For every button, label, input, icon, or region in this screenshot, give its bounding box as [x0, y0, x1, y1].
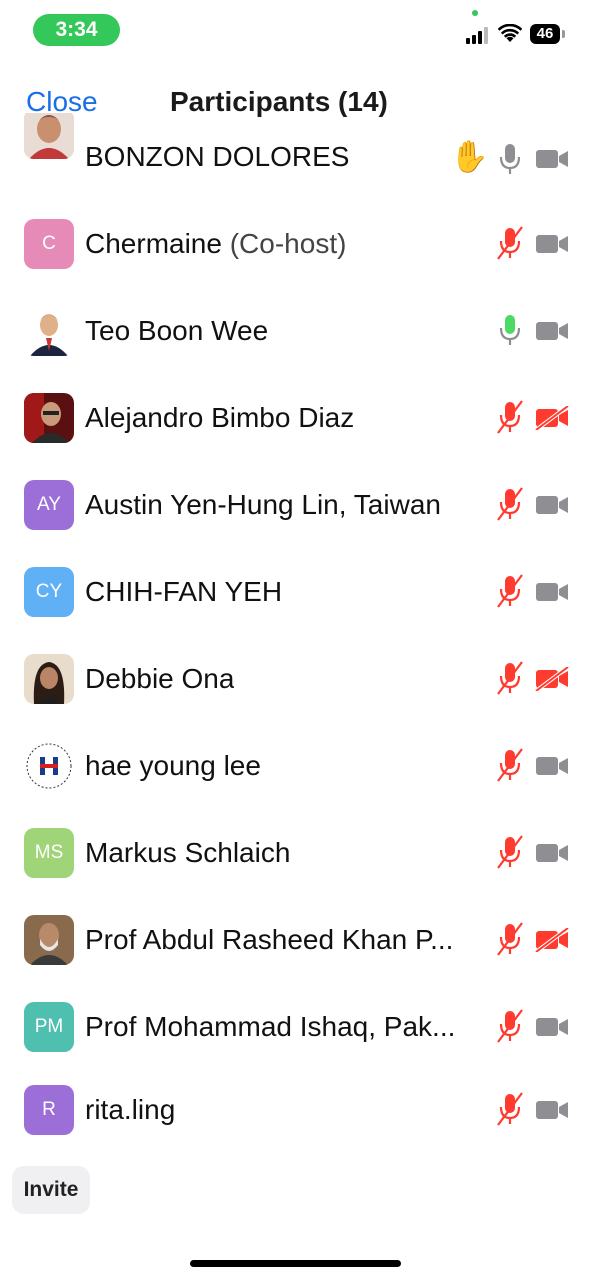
video-icon[interactable] [535, 1098, 569, 1122]
participant-row[interactable]: MS Markus Schlaich [0, 810, 591, 896]
avatar-photo [24, 915, 74, 965]
participant-row[interactable]: C Chermaine (Co-host) [0, 201, 591, 287]
video-icon[interactable] [535, 147, 569, 171]
avatar: R [24, 1085, 74, 1135]
avatar-photo [24, 113, 74, 159]
participant-row[interactable]: Alejandro Bimbo Diaz [0, 375, 591, 461]
mic-muted-icon[interactable] [497, 1009, 523, 1043]
video-icon[interactable] [535, 580, 569, 604]
avatar: AY [24, 480, 74, 530]
video-icon[interactable] [535, 319, 569, 343]
video-off-icon[interactable] [535, 406, 569, 430]
participant-row[interactable]: R rita.ling [0, 1071, 591, 1153]
mic-muted-icon[interactable] [497, 748, 523, 782]
video-icon[interactable] [535, 841, 569, 865]
participants-list[interactable]: BONZON DOLORES ✋ C Chermaine (Co-host) T… [0, 113, 591, 1153]
participant-row[interactable]: BONZON DOLORES ✋ [0, 113, 591, 201]
avatar: CY [24, 567, 74, 617]
raised-hand-icon: ✋ [450, 139, 489, 174]
participant-name: hae young lee [85, 750, 261, 781]
participant-row[interactable]: hae young lee [0, 723, 591, 809]
cellular-signal-icon [466, 26, 492, 44]
mic-muted-icon[interactable] [497, 1092, 523, 1126]
participant-name: rita.ling [85, 1094, 176, 1125]
avatar-logo [24, 741, 74, 791]
wifi-icon [498, 24, 522, 42]
participant-row[interactable]: CY CHIH-FAN YEH [0, 549, 591, 635]
status-bar: 3:34 46 [0, 0, 591, 60]
mic-muted-icon[interactable] [497, 922, 523, 956]
cohost-label: (Co-host) [229, 228, 347, 259]
participant-row[interactable]: Teo Boon Wee [0, 288, 591, 374]
participant-name: Alejandro Bimbo Diaz [85, 402, 355, 433]
video-off-icon[interactable] [535, 667, 569, 691]
participant-name: Prof Mohammad Ishaq, Pak... [85, 1011, 456, 1042]
mic-muted-icon[interactable] [497, 574, 523, 608]
mic-talking-icon[interactable] [497, 313, 523, 347]
avatar-photo [24, 393, 74, 443]
battery-tip [562, 30, 565, 38]
status-time[interactable]: 3:34 [33, 14, 120, 46]
participant-name: Markus Schlaich [85, 837, 291, 868]
participant-name: Teo Boon Wee [85, 315, 269, 346]
mic-muted-icon[interactable] [497, 661, 523, 695]
participant-name: Chermaine (Co-host) [85, 228, 346, 260]
mic-muted-icon[interactable] [497, 835, 523, 869]
participant-row[interactable]: Prof Abdul Rasheed Khan P... [0, 897, 591, 983]
avatar-photo [24, 306, 74, 356]
mic-muted-icon[interactable] [497, 487, 523, 521]
participant-name: CHIH-FAN YEH [85, 576, 283, 607]
video-icon[interactable] [535, 1015, 569, 1039]
participant-row[interactable]: Debbie Ona [0, 636, 591, 722]
home-indicator[interactable] [190, 1260, 401, 1267]
video-off-icon[interactable] [535, 928, 569, 952]
avatar: PM [24, 1002, 74, 1052]
video-icon[interactable] [535, 493, 569, 517]
video-icon[interactable] [535, 754, 569, 778]
avatar: MS [24, 828, 74, 878]
avatar: C [24, 219, 74, 269]
mic-on-icon[interactable] [497, 142, 523, 176]
invite-button[interactable]: Invite [12, 1166, 90, 1214]
participant-name-text: Chermaine [85, 228, 222, 259]
participant-name: Austin Yen-Hung Lin, Taiwan [85, 489, 441, 520]
participant-row[interactable]: PM Prof Mohammad Ishaq, Pak... [0, 984, 591, 1070]
video-icon[interactable] [535, 232, 569, 256]
participant-name: BONZON DOLORES [85, 141, 350, 172]
avatar-photo [24, 654, 74, 704]
participant-row[interactable]: AY Austin Yen-Hung Lin, Taiwan [0, 462, 591, 548]
participant-name: Debbie Ona [85, 663, 235, 694]
mic-muted-icon[interactable] [497, 400, 523, 434]
mic-muted-icon[interactable] [497, 226, 523, 260]
privacy-dot-icon [472, 10, 478, 16]
battery-icon: 46 [530, 24, 560, 44]
participant-name: Prof Abdul Rasheed Khan P... [85, 924, 454, 955]
